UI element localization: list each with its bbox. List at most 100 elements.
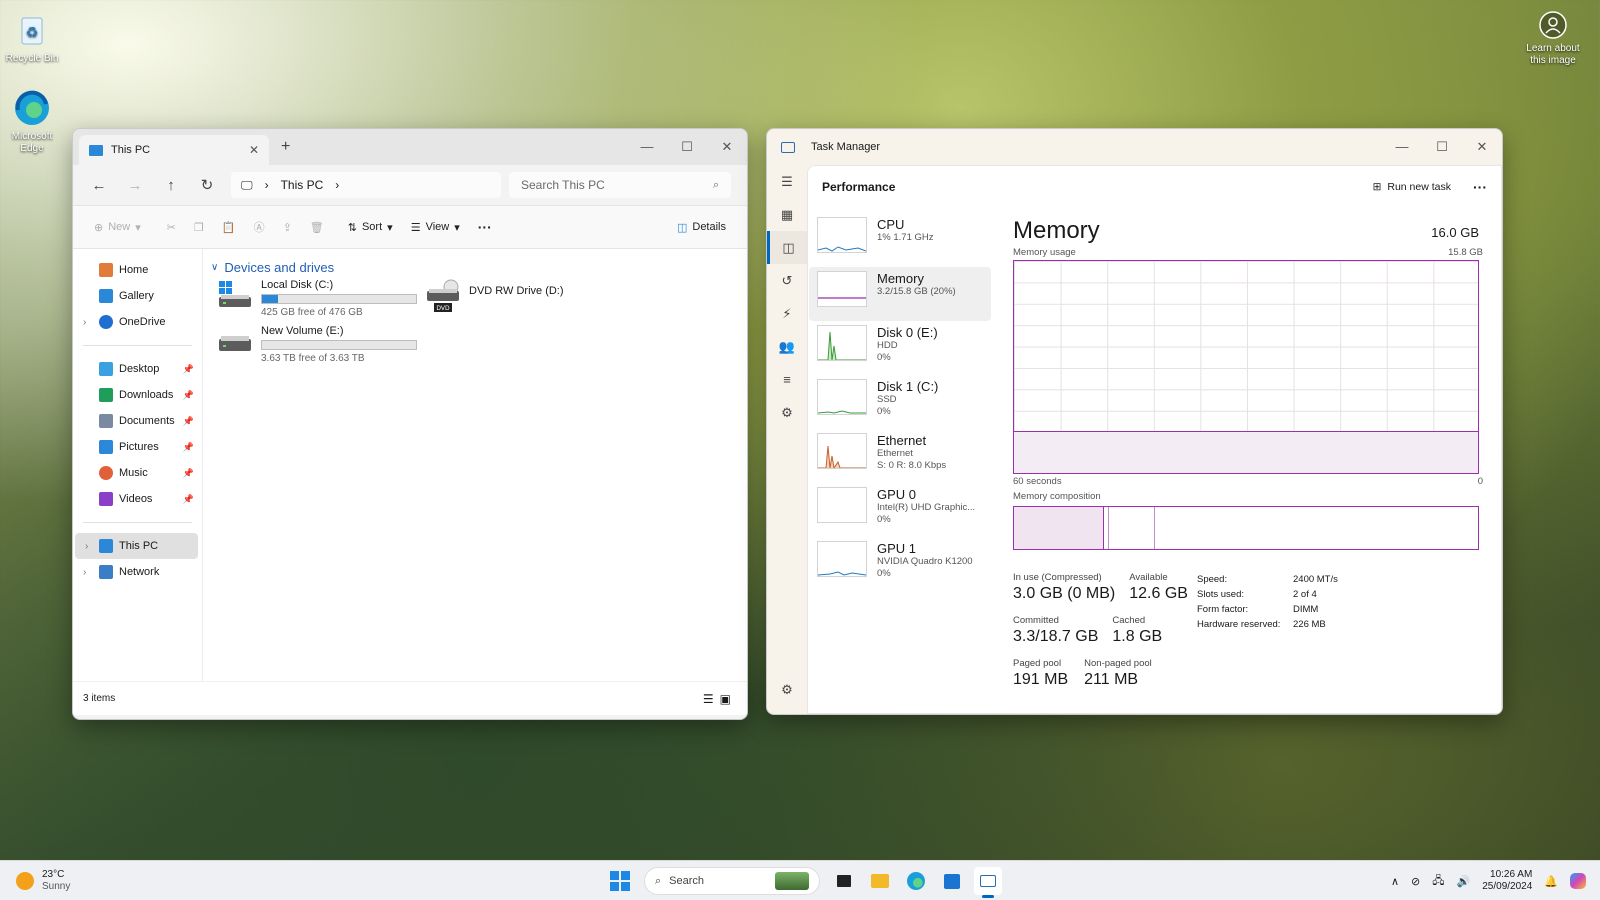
learn-about-image[interactable]: Learn about this image [1518,10,1588,66]
recycle-bin-icon: ♻ [12,10,52,50]
task-manager-taskbar-button[interactable] [974,867,1002,898]
tiles-view-icon[interactable]: ▣ [720,692,737,706]
hamburger-icon[interactable]: ☰ [767,165,807,198]
close-tab-icon[interactable]: ✕ [249,143,259,157]
processes-icon[interactable]: ▦ [767,198,807,231]
sidebar-item-videos[interactable]: Videos 📌 [73,486,202,512]
sidebar-item-network[interactable]: › Network [73,559,202,585]
services-icon[interactable]: ⚙ [767,396,807,429]
network-icon[interactable]: 🖧 [1432,872,1444,891]
more-button[interactable]: ··· [469,219,501,235]
new-tab-button[interactable]: + [281,138,290,156]
detail-label: Form factor: [1197,604,1249,615]
chevron-up-icon[interactable]: ∧ [1391,875,1399,888]
settings-icon[interactable]: ⚙ [767,673,807,706]
sidebar-item-onedrive[interactable]: › OneDrive [73,309,202,335]
sidebar-item-desktop[interactable]: Desktop 📌 [73,356,202,382]
weather-widget[interactable]: 23°C Sunny [0,869,200,893]
rename-button[interactable]: Ⓐ [245,219,274,235]
resource-item-gpu0[interactable]: GPU 0 Intel(R) UHD Graphic... 0% [809,483,991,537]
forward-button[interactable]: → [117,177,153,194]
chevron-right-icon[interactable]: › [83,567,86,578]
search-input[interactable]: Search This PC ⌕ [509,172,731,198]
navigation-pane: Home Gallery › OneDrive Desktop 📌 Download… [73,249,203,681]
window-controls: — ☐ ✕ [627,139,747,155]
breadcrumb[interactable]: This PC [281,178,324,192]
group-header-devices[interactable]: ∨ Devices and drives [211,257,739,277]
address-bar[interactable]: 🖵 › This PC › [231,172,501,198]
memory-composition-label: Memory composition [1013,491,1101,502]
delete-button[interactable]: 🗑 [301,221,333,234]
close-button[interactable]: ✕ [707,139,747,155]
startup-apps-icon[interactable]: ⚡ [767,297,807,330]
sidebar-item-pictures[interactable]: Pictures 📌 [73,434,202,460]
chevron-right-icon[interactable]: › [85,541,88,552]
users-icon[interactable]: 👥 [767,330,807,363]
details-button[interactable]: ◫ Details [668,221,735,234]
view-button[interactable]: ☰ View ▾ [402,221,469,234]
notification-bell-icon[interactable]: 🔔 [1544,875,1558,888]
download-icon [99,388,113,402]
sort-button[interactable]: ⇅ Sort ▾ [339,221,402,234]
edge-taskbar-button[interactable] [902,867,930,895]
refresh-button[interactable]: ↻ [189,176,225,194]
clock[interactable]: 10:26 AM 25/09/2024 [1482,869,1532,893]
copy-button[interactable]: ❐ [185,221,213,234]
new-button[interactable]: ⊕ New ▾ [85,221,150,234]
run-task-icon: ⊞ [1372,181,1382,193]
paste-button[interactable]: 📋 [213,221,245,234]
details-icon[interactable]: ≡ [767,363,807,396]
sidebar-item-documents[interactable]: Documents 📌 [73,408,202,434]
sidebar-item-label: Music [119,467,148,479]
explorer-navbar: ← → ↑ ↻ 🖵 › This PC › Search This PC ⌕ [73,165,747,205]
detail-value: DIMM [1293,604,1319,615]
resource-item-gpu1[interactable]: GPU 1 NVIDIA Quadro K1200 0% [809,537,991,591]
task-view-button[interactable] [830,867,858,895]
taskbar-search[interactable]: ⌕ Search [644,867,820,895]
recycle-bin-shortcut[interactable]: ♻ Recycle Bin [0,10,64,65]
store-icon [944,874,960,889]
copilot-icon[interactable] [1570,873,1586,889]
drive-e[interactable]: New Volume (E:) 3.63 TB free of 3.63 TB [217,325,417,364]
share-button[interactable]: ⇪ [274,221,301,234]
sidebar-item-downloads[interactable]: Downloads 📌 [73,382,202,408]
minimize-button[interactable]: — [627,139,667,155]
close-button[interactable]: ✕ [1462,139,1502,155]
app-history-icon[interactable]: ↺ [767,264,807,297]
list-view-icon[interactable]: ☰ [703,692,720,706]
store-taskbar-button[interactable] [938,867,966,895]
drive-c[interactable]: Local Disk (C:) 425 GB free of 476 GB [217,279,417,318]
sidebar-item-label: Home [119,264,149,276]
resource-item-disk1[interactable]: Disk 1 (C:) SSD 0% [809,375,991,429]
resource-item-memory[interactable]: Memory 3.2/15.8 GB (20%) [809,267,991,321]
sidebar-item-home[interactable]: Home [73,257,202,283]
edge-shortcut[interactable]: Microsoft Edge [0,88,64,154]
maximize-button[interactable]: ☐ [667,139,707,155]
performance-icon[interactable]: ◫ [767,231,807,264]
sidebar-item-gallery[interactable]: Gallery [73,283,202,309]
up-button[interactable]: ↑ [153,177,189,194]
run-new-task-button[interactable]: ⊞ Run new task [1373,181,1451,193]
resource-item-cpu[interactable]: CPU 1% 1.71 GHz [809,213,991,267]
start-button[interactable] [606,867,634,895]
maximize-button[interactable]: ☐ [1422,139,1462,155]
resource-detail: S: 0 R: 8.0 Kbps [877,460,947,471]
volume-icon[interactable]: 🔊 [1457,875,1471,888]
resource-item-disk0[interactable]: Disk 0 (E:) HDD 0% [809,321,991,375]
sidebar-item-this-pc[interactable]: › This PC [75,533,198,559]
cut-button[interactable]: ✂ [158,221,185,234]
sidebar-item-music[interactable]: Music 📌 [73,460,202,486]
stat-label: In use (Compressed) [1013,572,1102,583]
back-button[interactable]: ← [81,177,117,194]
tab-this-pc[interactable]: This PC ✕ [79,135,269,165]
minimize-button[interactable]: — [1382,139,1422,155]
chevron-right-icon[interactable]: › [83,317,86,328]
more-options-button[interactable]: ··· [1473,179,1487,195]
file-explorer-taskbar-button[interactable] [866,867,894,895]
monitor-icon [89,144,103,156]
command-bar: ⊕ New ▾ ✂ ❐ 📋 Ⓐ ⇪ 🗑 ⇅ Sort ▾ ☰ View ▾ ··· ◫… [73,205,747,249]
no-network-icon[interactable]: ⊘ [1411,875,1420,888]
search-placeholder: Search [669,875,705,887]
resource-item-ethernet[interactable]: Ethernet Ethernet S: 0 R: 8.0 Kbps [809,429,991,483]
drive-d[interactable]: DVD DVD RW Drive (D:) [425,279,564,312]
